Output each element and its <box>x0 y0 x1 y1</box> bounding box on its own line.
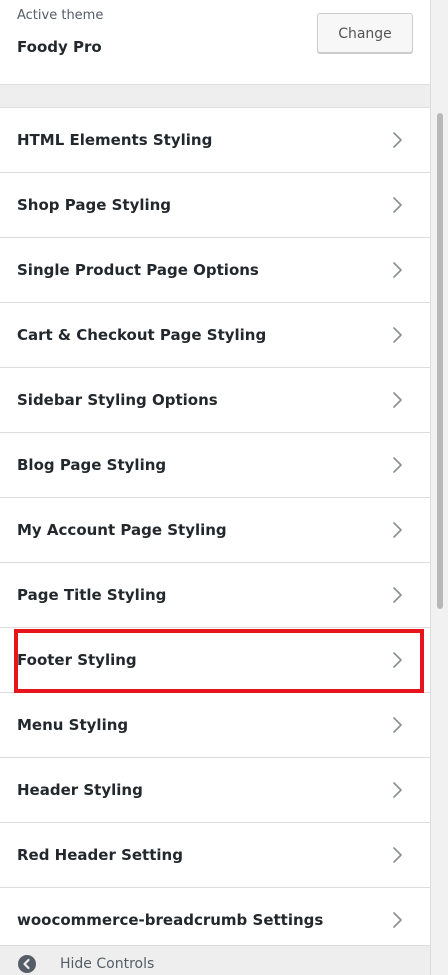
theme-name: Foody Pro <box>17 38 102 56</box>
section-menu-styling[interactable]: Menu Styling <box>0 692 430 757</box>
chevron-right-icon <box>390 521 404 539</box>
active-theme-bar: Active theme Foody Pro Change <box>0 0 430 84</box>
collapse-circle-icon <box>18 955 36 973</box>
active-theme-label: Active theme <box>17 8 104 23</box>
section-footer-styling[interactable]: Footer Styling <box>0 627 430 692</box>
chevron-right-icon <box>390 131 404 149</box>
hide-controls-label: Hide Controls <box>60 956 155 972</box>
section-title: Sidebar Styling Options <box>17 391 218 409</box>
section-title: Footer Styling <box>17 651 137 669</box>
section-title: My Account Page Styling <box>17 521 227 539</box>
customizer-panel: Active theme Foody Pro Change HTML Eleme… <box>0 0 430 975</box>
chevron-right-icon <box>390 456 404 474</box>
chevron-right-icon <box>390 586 404 604</box>
chevron-right-icon <box>390 196 404 214</box>
change-theme-button[interactable]: Change <box>317 13 413 53</box>
section-header-styling[interactable]: Header Styling <box>0 757 430 822</box>
section-list: HTML Elements Styling Shop Page Styling Si… <box>0 107 430 952</box>
section-page-title-styling[interactable]: Page Title Styling <box>0 562 430 627</box>
section-title: Red Header Setting <box>17 846 183 864</box>
section-cart-checkout-page-styling[interactable]: Cart & Checkout Page Styling <box>0 302 430 367</box>
section-title: Single Product Page Options <box>17 261 259 279</box>
section-title: HTML Elements Styling <box>17 131 213 149</box>
chevron-right-icon <box>390 651 404 669</box>
hide-controls-button[interactable]: Hide Controls <box>18 951 154 975</box>
chevron-right-icon <box>390 911 404 929</box>
scrollbar[interactable] <box>430 0 448 975</box>
section-title: Cart & Checkout Page Styling <box>17 326 267 344</box>
section-my-account-page-styling[interactable]: My Account Page Styling <box>0 497 430 562</box>
chevron-right-icon <box>390 716 404 734</box>
section-red-header-setting[interactable]: Red Header Setting <box>0 822 430 887</box>
chevron-right-icon <box>390 846 404 864</box>
section-html-elements-styling[interactable]: HTML Elements Styling <box>0 107 430 172</box>
section-shop-page-styling[interactable]: Shop Page Styling <box>0 172 430 237</box>
section-blog-page-styling[interactable]: Blog Page Styling <box>0 432 430 497</box>
section-woocommerce-breadcrumb-settings[interactable]: woocommerce-breadcrumb Settings <box>0 887 430 952</box>
section-title: Menu Styling <box>17 716 129 734</box>
section-title: Header Styling <box>17 781 143 799</box>
chevron-right-icon <box>390 391 404 409</box>
section-title: Page Title Styling <box>17 586 167 604</box>
section-divider <box>0 84 430 108</box>
footer-bar: Hide Controls <box>0 945 430 975</box>
section-sidebar-styling-options[interactable]: Sidebar Styling Options <box>0 367 430 432</box>
section-single-product-page-options[interactable]: Single Product Page Options <box>0 237 430 302</box>
section-title: woocommerce-breadcrumb Settings <box>17 911 324 929</box>
chevron-right-icon <box>390 261 404 279</box>
section-title: Blog Page Styling <box>17 456 167 474</box>
section-title: Shop Page Styling <box>17 196 172 214</box>
chevron-right-icon <box>390 781 404 799</box>
scrollbar-thumb[interactable] <box>437 113 443 609</box>
chevron-right-icon <box>390 326 404 344</box>
